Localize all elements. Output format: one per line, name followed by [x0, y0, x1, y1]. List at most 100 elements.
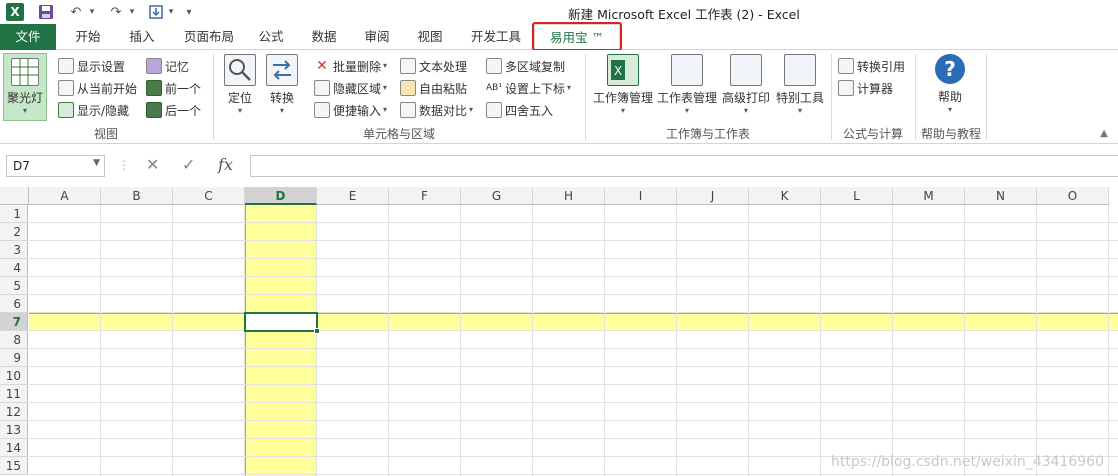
next-button[interactable]: 后一个: [146, 100, 201, 120]
sheet-mgmt-button[interactable]: 工作表管理 ▾: [656, 54, 718, 116]
row-header[interactable]: 9: [0, 349, 28, 367]
spreadsheet-grid: ABCDEFGHIJKLMNO 1 2 3 4 5 6 7 8 9 10 11 12 13 14 15: [0, 187, 1118, 476]
formula-input[interactable]: [250, 155, 1118, 177]
column-header[interactable]: J: [677, 187, 749, 205]
tab-review[interactable]: 审阅: [352, 24, 402, 50]
sup-sub-button[interactable]: AB¹ 设置上下标 ▾: [486, 78, 571, 98]
row-header[interactable]: 5: [0, 277, 28, 295]
next-label: 后一个: [165, 103, 202, 118]
text-icon: [400, 58, 416, 74]
row-header[interactable]: 10: [0, 367, 28, 385]
grid-icon: [11, 58, 39, 86]
printer-icon: [730, 54, 762, 86]
formula-bar: D7 ▼ ⋮ ✕ ✓ fx: [0, 150, 1118, 182]
convert-button[interactable]: 转换 ▾: [262, 54, 302, 116]
column-header[interactable]: B: [101, 187, 173, 205]
data-compare-button[interactable]: 数据对比 ▾: [400, 100, 473, 120]
arrow-right-icon: [146, 102, 162, 118]
free-paste-label: 自由粘贴: [419, 81, 468, 96]
enter-icon[interactable]: ✓: [182, 155, 195, 174]
row-header[interactable]: 13: [0, 421, 28, 439]
chevron-down-icon: ▾: [383, 83, 388, 92]
gridline: [748, 205, 749, 476]
row-header[interactable]: 7: [0, 313, 28, 331]
row-header[interactable]: 14: [0, 439, 28, 457]
cell-group-label: 单元格与区域: [362, 127, 435, 141]
name-box[interactable]: D7 ▼: [6, 155, 105, 177]
gridline: [316, 205, 317, 476]
excel-workbook-icon: X: [607, 54, 639, 86]
active-cell[interactable]: [244, 312, 320, 334]
spotlight-button[interactable]: 聚光灯 ▾: [3, 53, 47, 121]
tab-page-layout[interactable]: 页面布局: [172, 24, 246, 50]
display-settings-label: 显示设置: [77, 59, 126, 74]
locate-button[interactable]: 定位 ▾: [220, 54, 260, 116]
row-header[interactable]: 4: [0, 259, 28, 277]
cancel-icon[interactable]: ✕: [146, 155, 159, 174]
text-process-button[interactable]: 文本处理: [400, 56, 467, 76]
fill-handle[interactable]: [314, 328, 320, 334]
row-header[interactable]: 3: [0, 241, 28, 259]
column-header[interactable]: A: [29, 187, 101, 205]
column-header[interactable]: F: [389, 187, 461, 205]
tab-formulas[interactable]: 公式: [246, 24, 296, 50]
display-settings-button[interactable]: 显示设置: [58, 56, 125, 76]
row-header[interactable]: 1: [0, 205, 28, 223]
column-header[interactable]: I: [605, 187, 677, 205]
tab-view[interactable]: 视图: [404, 24, 456, 50]
column-header[interactable]: N: [965, 187, 1037, 205]
round-button[interactable]: 四舍五入: [486, 100, 553, 120]
select-all-corner[interactable]: [0, 187, 29, 205]
batch-delete-button[interactable]: ✕ 批量删除 ▾: [314, 56, 387, 76]
tab-data[interactable]: 数据: [298, 24, 350, 50]
convert-icon: [266, 54, 298, 86]
column-header[interactable]: O: [1037, 187, 1109, 205]
row-header[interactable]: 15: [0, 457, 28, 475]
group-separator: [986, 54, 987, 140]
multi-copy-button[interactable]: 多区域复制: [486, 56, 565, 76]
row-header[interactable]: 8: [0, 331, 28, 349]
column-header[interactable]: D: [245, 187, 317, 205]
help-button[interactable]: ? 帮助 ▾: [928, 54, 972, 115]
workbook-mgmt-button[interactable]: X 工作簿管理 ▾: [592, 54, 654, 116]
tab-home[interactable]: 开始: [62, 24, 114, 50]
workbook-group-label: 工作簿与工作表: [665, 127, 750, 141]
workbook-mgmt-label: 工作簿管理: [592, 91, 653, 105]
column-header[interactable]: E: [317, 187, 389, 205]
column-header[interactable]: G: [461, 187, 533, 205]
column-header[interactable]: M: [893, 187, 965, 205]
from-current-button[interactable]: 从当前开始: [58, 78, 137, 98]
row-header[interactable]: 6: [0, 295, 28, 313]
convert-label: 转换: [269, 91, 294, 105]
row-header[interactable]: 11: [0, 385, 28, 403]
column-header[interactable]: C: [173, 187, 245, 205]
row-header[interactable]: 12: [0, 403, 28, 421]
round-icon: [486, 102, 502, 118]
row-header[interactable]: 2: [0, 223, 28, 241]
memory-button[interactable]: 记忆: [146, 56, 189, 76]
column-header[interactable]: H: [533, 187, 605, 205]
insert-function-button[interactable]: fx: [218, 155, 233, 174]
quick-input-icon: [314, 102, 330, 118]
show-hide-button[interactable]: 显示/隐藏: [58, 100, 129, 120]
quick-input-button[interactable]: 便捷输入 ▾: [314, 100, 387, 120]
batch-delete-label: 批量删除: [333, 59, 382, 74]
prev-button[interactable]: 前一个: [146, 78, 201, 98]
hide-range-button[interactable]: 隐藏区域 ▾: [314, 78, 387, 98]
special-tools-button[interactable]: 特别工具 ▾: [774, 54, 826, 116]
title-bar: X ↶ ▾ ↷ ▾ ▾ ▾ 新建 Microsoft Excel 工作表 (2)…: [0, 0, 1118, 24]
convert-ref-button[interactable]: 转换引用: [838, 56, 905, 76]
tab-file[interactable]: 文件: [0, 24, 56, 50]
calculator-button[interactable]: 计算器: [838, 78, 893, 98]
collapse-ribbon-icon[interactable]: ▲: [1100, 128, 1108, 139]
tab-developer[interactable]: 开发工具: [460, 24, 532, 50]
gridline: [388, 205, 389, 476]
help-group-label: 帮助与教程: [920, 127, 981, 141]
calculator-label: 计算器: [857, 81, 894, 96]
adv-print-button[interactable]: 高级打印 ▾: [720, 54, 772, 116]
tab-insert[interactable]: 插入: [116, 24, 168, 50]
column-header[interactable]: L: [821, 187, 893, 205]
column-header[interactable]: K: [749, 187, 821, 205]
free-paste-button[interactable]: 自由粘贴: [400, 78, 467, 98]
gridline: [676, 205, 677, 476]
